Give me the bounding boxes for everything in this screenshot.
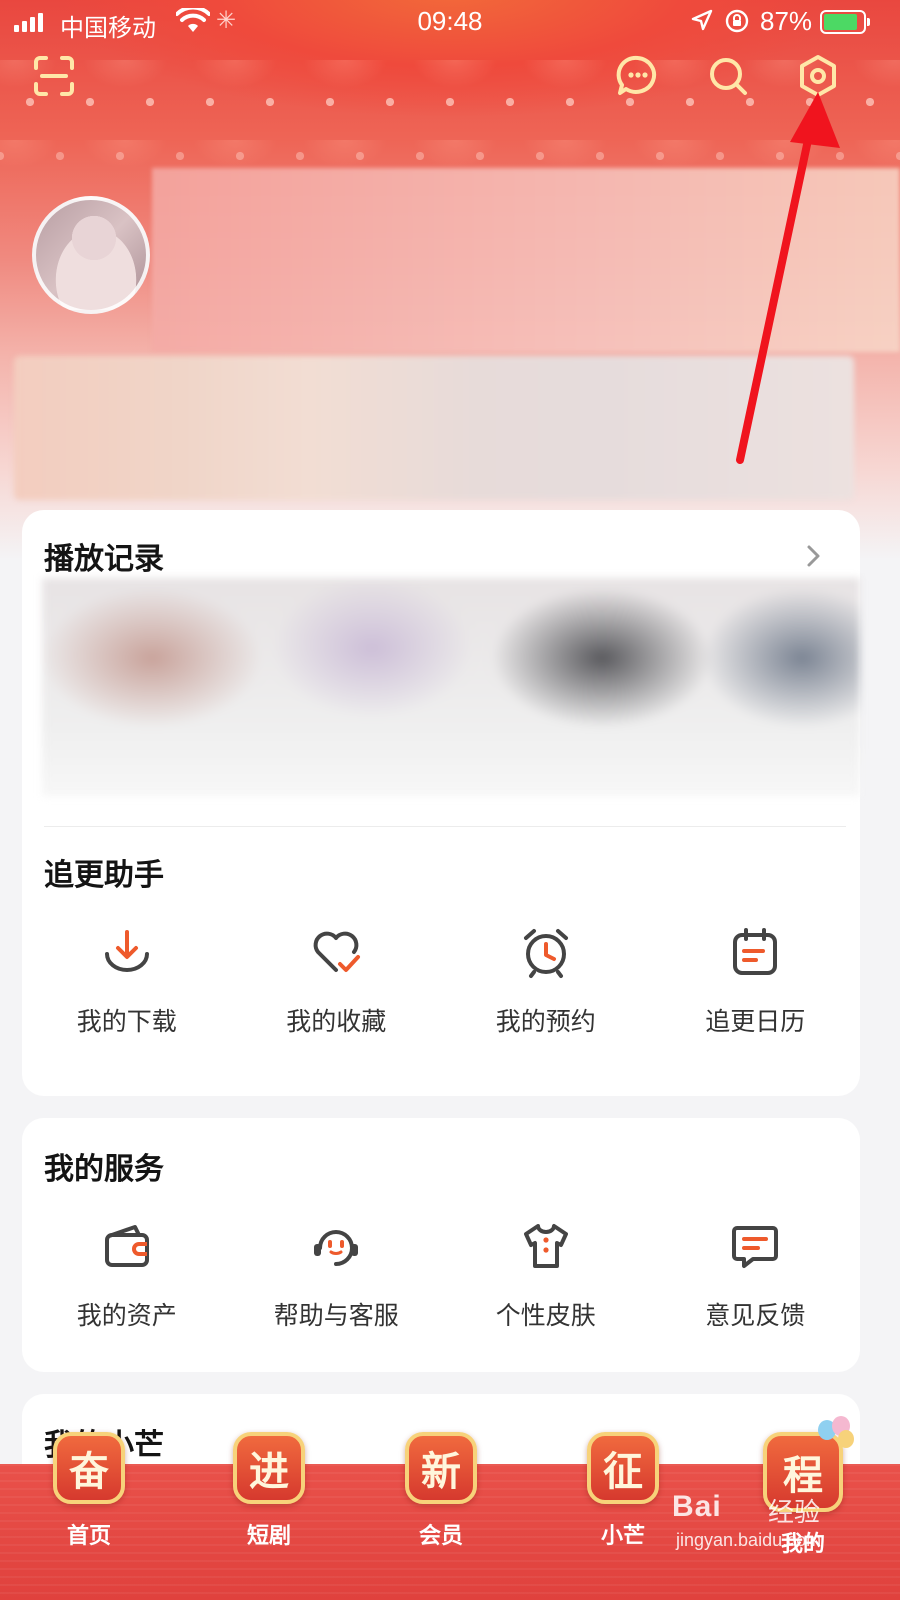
nav-label: 会员: [418, 1524, 463, 1549]
tracker-item-reservations[interactable]: 我的预约: [441, 924, 651, 1038]
tracker-title: 追更助手: [44, 858, 164, 893]
tracker-item-label: 我的下载: [76, 1007, 177, 1036]
service-item-label: 个性皮肤: [495, 1301, 596, 1330]
nav-xiaomang[interactable]: 征 小芒: [578, 1432, 668, 1550]
wallet-icon: [104, 1225, 149, 1267]
services-card: 我的服务 我的资产 帮助与客服 个性皮肤 意见反馈: [22, 1118, 860, 1372]
nav-label: 短剧: [246, 1524, 291, 1549]
history-card: 播放记录 追更助手 我的下载 我的收藏 我的预约 追更日历: [22, 510, 860, 1096]
battery-icon: [820, 10, 870, 34]
service-item-skins[interactable]: 个性皮肤: [441, 1218, 651, 1332]
download-icon: [104, 930, 149, 972]
history-thumbnails-blurred[interactable]: [42, 578, 860, 796]
services-grid: 我的资产 帮助与客服 个性皮肤 意见反馈: [22, 1218, 860, 1332]
watermark-jingyan: 经验: [768, 1498, 821, 1528]
nav-badge: 征: [587, 1432, 659, 1504]
service-item-label: 意见反馈: [705, 1301, 806, 1330]
message-icon[interactable]: [614, 52, 662, 100]
tracker-item-label: 我的收藏: [286, 1007, 387, 1036]
nav-badge: 进: [233, 1432, 305, 1504]
tracker-item-calendar[interactable]: 追更日历: [651, 924, 861, 1038]
rotation-lock-icon: [725, 9, 749, 33]
nav-label: 首页: [66, 1524, 111, 1549]
nav-badge: 新: [405, 1432, 477, 1504]
services-title: 我的服务: [44, 1152, 164, 1187]
nav-label: 小芒: [600, 1524, 645, 1549]
nav-short-drama[interactable]: 进 短剧: [224, 1432, 314, 1550]
nav-home[interactable]: 奋 首页: [44, 1432, 134, 1550]
tracker-item-label: 我的预约: [495, 1007, 596, 1036]
heart-check-icon: [313, 931, 361, 972]
history-title: 播放记录: [44, 542, 164, 577]
chevron-right-icon[interactable]: [804, 542, 824, 570]
tshirt-icon: [523, 1224, 568, 1268]
service-item-label: 帮助与客服: [273, 1301, 399, 1330]
battery-percent: 87%: [760, 6, 813, 36]
tracker-item-favorites[interactable]: 我的收藏: [232, 924, 442, 1038]
feedback-icon: [732, 1226, 779, 1268]
headset-icon: [314, 1230, 359, 1266]
service-item-assets[interactable]: 我的资产: [22, 1218, 232, 1332]
status-bar: 中国移动 ✳ 09:48 87%: [0, 0, 900, 44]
scan-icon[interactable]: [30, 52, 78, 100]
service-item-help[interactable]: 帮助与客服: [232, 1218, 442, 1332]
nav-vip[interactable]: 新 会员: [396, 1432, 486, 1550]
balloons-icon: [818, 1416, 858, 1456]
nav-badge: 奋: [53, 1432, 125, 1504]
service-item-label: 我的资产: [76, 1301, 177, 1330]
tracker-item-download[interactable]: 我的下载: [22, 924, 232, 1038]
avatar[interactable]: [32, 196, 150, 314]
alarm-clock-icon: [523, 929, 568, 978]
watermark-brand: Bai: [672, 1490, 722, 1523]
calendar-icon: [733, 928, 778, 975]
vip-banner-blurred[interactable]: [14, 356, 854, 500]
baidu-watermark: Bai 经验 jingyan.baidu.com: [672, 1490, 872, 1560]
location-arrow-icon: [691, 9, 713, 31]
tracker-item-label: 追更日历: [705, 1007, 806, 1036]
watermark-url: jingyan.baidu.com: [676, 1530, 822, 1550]
service-item-feedback[interactable]: 意见反馈: [651, 1218, 861, 1332]
tracker-grid: 我的下载 我的收藏 我的预约 追更日历: [22, 924, 860, 1038]
annotation-arrow-icon: [736, 92, 840, 464]
divider: [44, 826, 846, 827]
